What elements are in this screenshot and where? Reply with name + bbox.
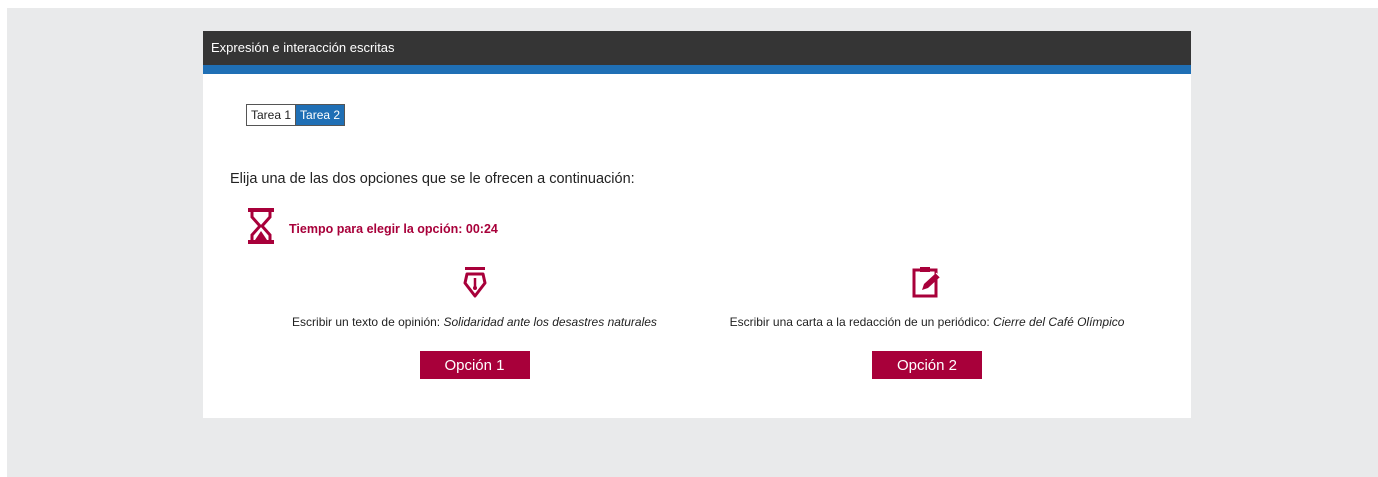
option-1-button[interactable]: Opción 1 <box>419 351 530 379</box>
option-1: Escribir un texto de opinión: Solidarida… <box>282 266 667 379</box>
page-background: Expresión e interacción escritas Tarea 1… <box>7 8 1378 477</box>
timer: Tiempo para elegir la opción: 00:24 <box>247 207 498 250</box>
task-tabs: Tarea 1 Tarea 2 <box>246 104 346 126</box>
clipboard-edit-icon <box>912 266 942 303</box>
exam-panel: Expresión e interacción escritas Tarea 1… <box>203 31 1191 418</box>
option-2-topic: Cierre del Café Olímpico <box>993 315 1125 329</box>
option-1-description: Escribir un texto de opinión: Solidarida… <box>282 315 667 329</box>
tab-tarea-2[interactable]: Tarea 2 <box>295 105 345 125</box>
option-2: Escribir una carta a la redacción de un … <box>717 266 1137 379</box>
panel-title-accent-bar <box>203 65 1191 74</box>
fountain-pen-icon <box>462 266 488 303</box>
panel-title: Expresión e interacción escritas <box>203 31 1191 65</box>
option-2-button[interactable]: Opción 2 <box>872 351 982 379</box>
option-2-description: Escribir una carta a la redacción de un … <box>717 315 1137 329</box>
option-2-prefix: Escribir una carta a la redacción de un … <box>729 315 994 329</box>
option-1-prefix: Escribir un texto de opinión: <box>292 315 444 329</box>
hourglass-icon <box>247 207 275 250</box>
tab-tarea-1[interactable]: Tarea 1 <box>247 105 296 125</box>
option-1-topic: Solidaridad ante los desastres naturales <box>443 315 657 329</box>
timer-label: Tiempo para elegir la opción: 00:24 <box>289 221 498 236</box>
instruction-text: Elija una de las dos opciones que se le … <box>230 171 635 187</box>
